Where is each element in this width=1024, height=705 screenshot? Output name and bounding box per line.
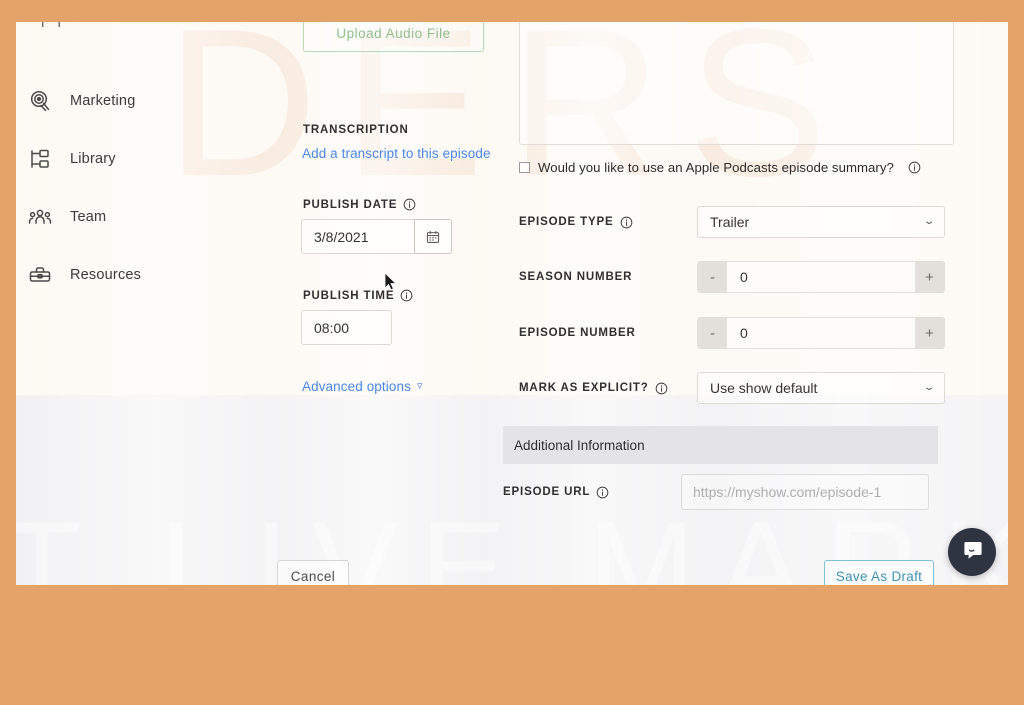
season-number-row: SEASON NUMBER - 0 + (519, 260, 951, 294)
description-textarea[interactable] (519, 22, 954, 145)
advanced-options-label: Advanced options (302, 379, 411, 394)
chevron-down-icon: ⌄ (922, 216, 936, 227)
sidebar-item-label: Marketing (70, 93, 136, 109)
chat-launcher-button[interactable] (948, 528, 996, 576)
cancel-button[interactable]: Cancel (277, 560, 349, 585)
publish-date-label: PUBLISH DATE (303, 198, 416, 211)
info-icon[interactable] (403, 198, 416, 211)
sidebar-item-label: Team (70, 209, 107, 225)
publish-date-input[interactable]: 3/8/2021 (301, 219, 414, 254)
sidebar-item-resources[interactable]: Resources (28, 258, 141, 292)
sidebar-item-marketing[interactable]: Marketing (28, 84, 135, 118)
sidebar-navigation: Marketing Library Team Resources (16, 22, 252, 585)
info-icon[interactable] (596, 486, 609, 499)
episode-type-select[interactable]: Trailer ⌄ (697, 206, 945, 238)
episode-type-value: Trailer (710, 214, 750, 230)
info-icon[interactable] (908, 161, 921, 174)
sidebar-item-clipped-above[interactable] (40, 22, 62, 32)
toolbox-icon (28, 263, 52, 287)
add-transcript-link[interactable]: Add a transcript to this episode (302, 146, 491, 161)
sidebar-item-label: Library (70, 151, 116, 167)
episode-number-decrement-button[interactable]: - (698, 318, 727, 348)
chevron-down-icon: ⌄ (922, 382, 936, 393)
season-number-input[interactable]: 0 (727, 262, 915, 292)
episode-url-label-text: EPISODE URL (503, 486, 591, 498)
advanced-options-toggle[interactable]: Advanced options ▿ (302, 379, 422, 394)
episode-number-stepper[interactable]: - 0 + (697, 317, 945, 349)
season-number-decrement-button[interactable]: - (698, 262, 727, 292)
mark-explicit-select[interactable]: Use show default ⌄ (697, 372, 945, 404)
publish-date-label-text: PUBLISH DATE (303, 198, 398, 211)
episode-type-row: EPISODE TYPE Trailer ⌄ (519, 205, 951, 239)
episode-url-input[interactable]: https://myshow.com/episode-1 (681, 474, 929, 510)
megaphone-icon (28, 89, 52, 113)
episode-url-row: EPISODE URL https://myshow.com/episode-1 (503, 474, 949, 510)
episode-type-label: EPISODE TYPE (519, 216, 697, 229)
episode-number-increment-button[interactable]: + (915, 318, 944, 348)
transcription-label: TRANSCRIPTION (303, 124, 409, 136)
publish-time-label-text: PUBLISH TIME (303, 289, 395, 302)
mark-explicit-value: Use show default (710, 380, 818, 396)
chevron-down-icon: ▿ (416, 380, 423, 392)
sidebar-item-label: Resources (70, 267, 142, 283)
sidebar-item-library[interactable]: Library (28, 142, 116, 176)
save-as-draft-button[interactable]: Save As Draft (824, 560, 934, 585)
additional-information-heading: Additional Information (503, 426, 938, 464)
apple-summary-row[interactable]: Would you like to use an Apple Podcasts … (519, 160, 921, 175)
publish-date-field[interactable]: 3/8/2021 (301, 219, 452, 254)
form-column-left: Upload Audio File TRANSCRIPTION Add a tr… (271, 22, 496, 585)
episode-number-input[interactable]: 0 (727, 318, 915, 348)
publish-time-label: PUBLISH TIME (303, 289, 413, 302)
publish-time-input[interactable]: 08:00 (301, 310, 392, 345)
info-icon[interactable] (400, 289, 413, 302)
library-icon (28, 147, 52, 171)
chat-bubble-icon (960, 538, 984, 567)
calendar-icon[interactable] (414, 219, 452, 254)
upload-audio-file-button[interactable]: Upload Audio File (303, 22, 484, 52)
season-number-increment-button[interactable]: + (915, 262, 944, 292)
episode-type-label-text: EPISODE TYPE (519, 216, 614, 228)
mark-explicit-label: MARK AS EXPLICIT? (519, 382, 697, 395)
season-number-label: SEASON NUMBER (519, 271, 633, 283)
apple-summary-checkbox[interactable] (519, 162, 530, 173)
sidebar-item-team[interactable]: Team (28, 200, 106, 234)
episode-url-label: EPISODE URL (503, 486, 681, 499)
mark-explicit-label-text: MARK AS EXPLICIT? (519, 382, 649, 394)
info-icon[interactable] (620, 216, 633, 229)
episode-number-row: EPISODE NUMBER - 0 + (519, 316, 951, 350)
app-viewport: DERS T LIVE MARK Marketing (16, 22, 1008, 585)
mark-explicit-row: MARK AS EXPLICIT? Use show default ⌄ (519, 371, 951, 405)
apple-summary-label: Would you like to use an Apple Podcasts … (538, 160, 894, 175)
season-number-stepper[interactable]: - 0 + (697, 261, 945, 293)
episode-number-label: EPISODE NUMBER (519, 327, 636, 339)
team-icon (28, 205, 52, 229)
info-icon[interactable] (655, 382, 668, 395)
